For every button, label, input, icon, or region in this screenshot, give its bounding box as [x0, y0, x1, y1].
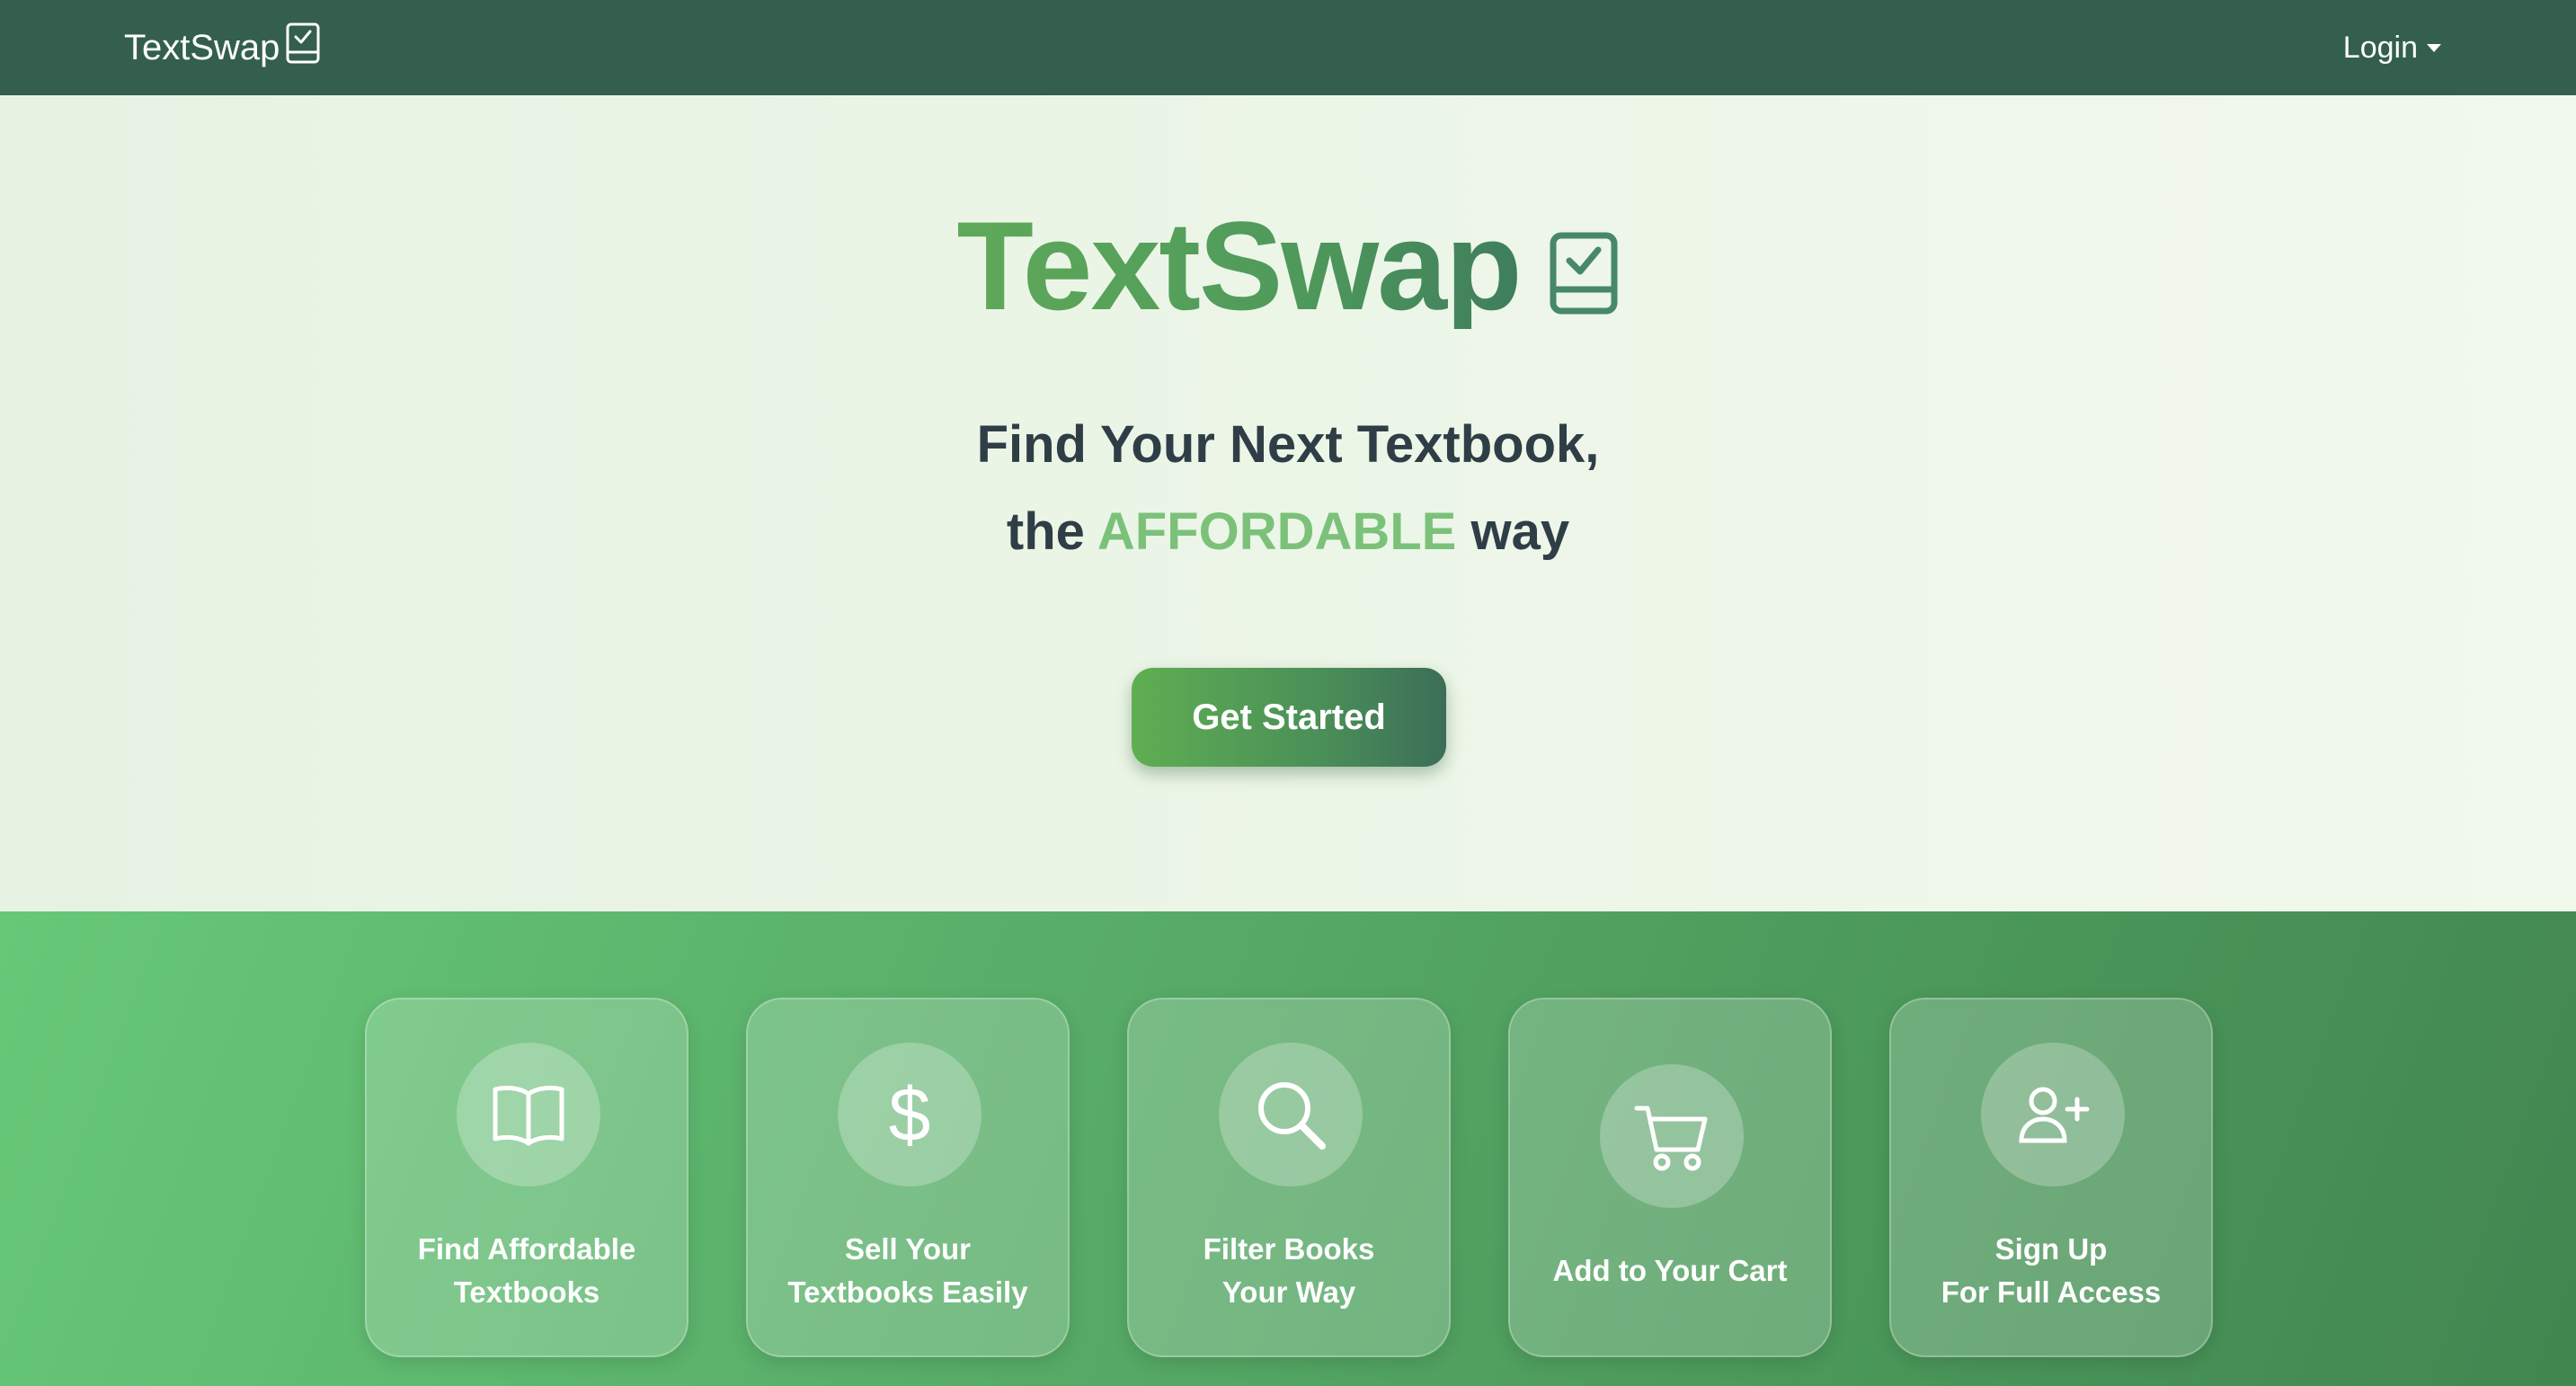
person-add-icon	[2019, 1087, 2090, 1143]
icon-circle: $	[838, 1043, 982, 1186]
tagline-way: way	[1470, 502, 1570, 561]
feature-card-find[interactable]: Find Affordable Textbooks	[365, 998, 688, 1357]
hero-title-text: TextSwap	[956, 195, 1522, 336]
brand-name: TextSwap	[124, 27, 280, 67]
dollar-icon: $	[888, 1072, 931, 1157]
feature-line-1: Sell Your	[845, 1232, 971, 1266]
feature-card-filter[interactable]: Filter Books Your Way	[1127, 998, 1451, 1357]
feature-line-2: Textbooks	[453, 1275, 600, 1309]
feature-line-1: Add to Your Cart	[1552, 1254, 1788, 1287]
feature-label: Find Affordable Textbooks	[367, 1228, 687, 1314]
book-check-icon	[1548, 212, 1620, 321]
tagline-accent: AFFORDABLE	[1097, 502, 1457, 561]
features-section: Find Affordable Textbooks $ Sell Your Te…	[0, 911, 2576, 1386]
brand-link[interactable]: TextSwap	[124, 22, 321, 74]
icon-circle	[1219, 1043, 1363, 1186]
feature-line-2: Your Way	[1221, 1275, 1356, 1309]
icon-circle	[1981, 1043, 2125, 1186]
feature-label: Filter Books Your Way	[1129, 1228, 1449, 1314]
caret-down-icon	[2427, 43, 2441, 52]
hero-section: TextSwap Find Your Next Textbook, the AF…	[0, 95, 2576, 911]
feature-card-sell[interactable]: $ Sell Your Textbooks Easily	[746, 998, 1070, 1357]
book-check-icon	[285, 22, 321, 74]
feature-card-cart[interactable]: Add to Your Cart	[1508, 998, 1832, 1357]
feature-label: Add to Your Cart	[1510, 1249, 1830, 1293]
feature-label: Sell Your Textbooks Easily	[748, 1228, 1068, 1314]
tagline-line-2: the AFFORDABLE way	[0, 502, 2576, 562]
open-book-icon	[493, 1085, 564, 1146]
feature-card-signup[interactable]: Sign Up For Full Access	[1889, 998, 2213, 1357]
feature-line-1: Find Affordable	[417, 1232, 636, 1266]
login-label: Login	[2342, 30, 2418, 65]
feature-line-2: For Full Access	[1941, 1275, 2162, 1309]
feature-line-1: Filter Books	[1203, 1232, 1375, 1266]
login-dropdown[interactable]: Login	[2343, 31, 2441, 66]
icon-circle	[457, 1043, 600, 1186]
feature-line-2: Textbooks Easily	[787, 1275, 1028, 1309]
search-icon	[1258, 1082, 1326, 1150]
icon-circle	[1600, 1064, 1744, 1208]
get-started-button[interactable]: Get Started	[1132, 668, 1446, 767]
feature-line-1: Sign Up	[1994, 1232, 2108, 1266]
tagline-the: the	[1006, 502, 1085, 561]
hero-title: TextSwap	[0, 203, 2576, 329]
tagline-line-1: Find Your Next Textbook,	[976, 415, 1600, 474]
cart-icon	[1634, 1106, 1708, 1171]
top-navbar: TextSwap Login	[0, 0, 2576, 95]
feature-label: Sign Up For Full Access	[1891, 1228, 2211, 1314]
